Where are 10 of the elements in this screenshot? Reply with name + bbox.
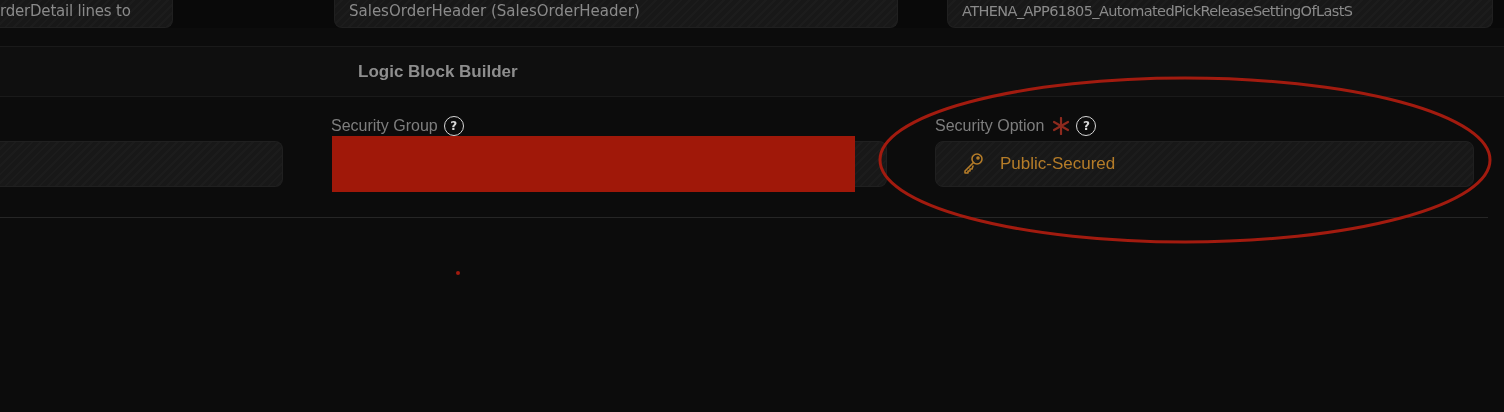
- text-field[interactable]: rderDetail lines to: [0, 0, 173, 28]
- text-field[interactable]: SalesOrderHeader (SalesOrderHeader): [334, 0, 898, 28]
- key-icon: [962, 152, 986, 176]
- text-field[interactable]: ATHENA_APP61805_AutomatedPickReleaseSettingOfLastS: [947, 0, 1493, 28]
- field-value: Public-Secured: [1000, 154, 1116, 174]
- section-title: Logic Block Builder: [358, 61, 518, 82]
- field-label: Security Group: [331, 117, 438, 135]
- field-label: Security Option: [935, 117, 1045, 135]
- text-field[interactable]: Public-Secured: [935, 141, 1474, 187]
- text-field[interactable]: [855, 141, 887, 187]
